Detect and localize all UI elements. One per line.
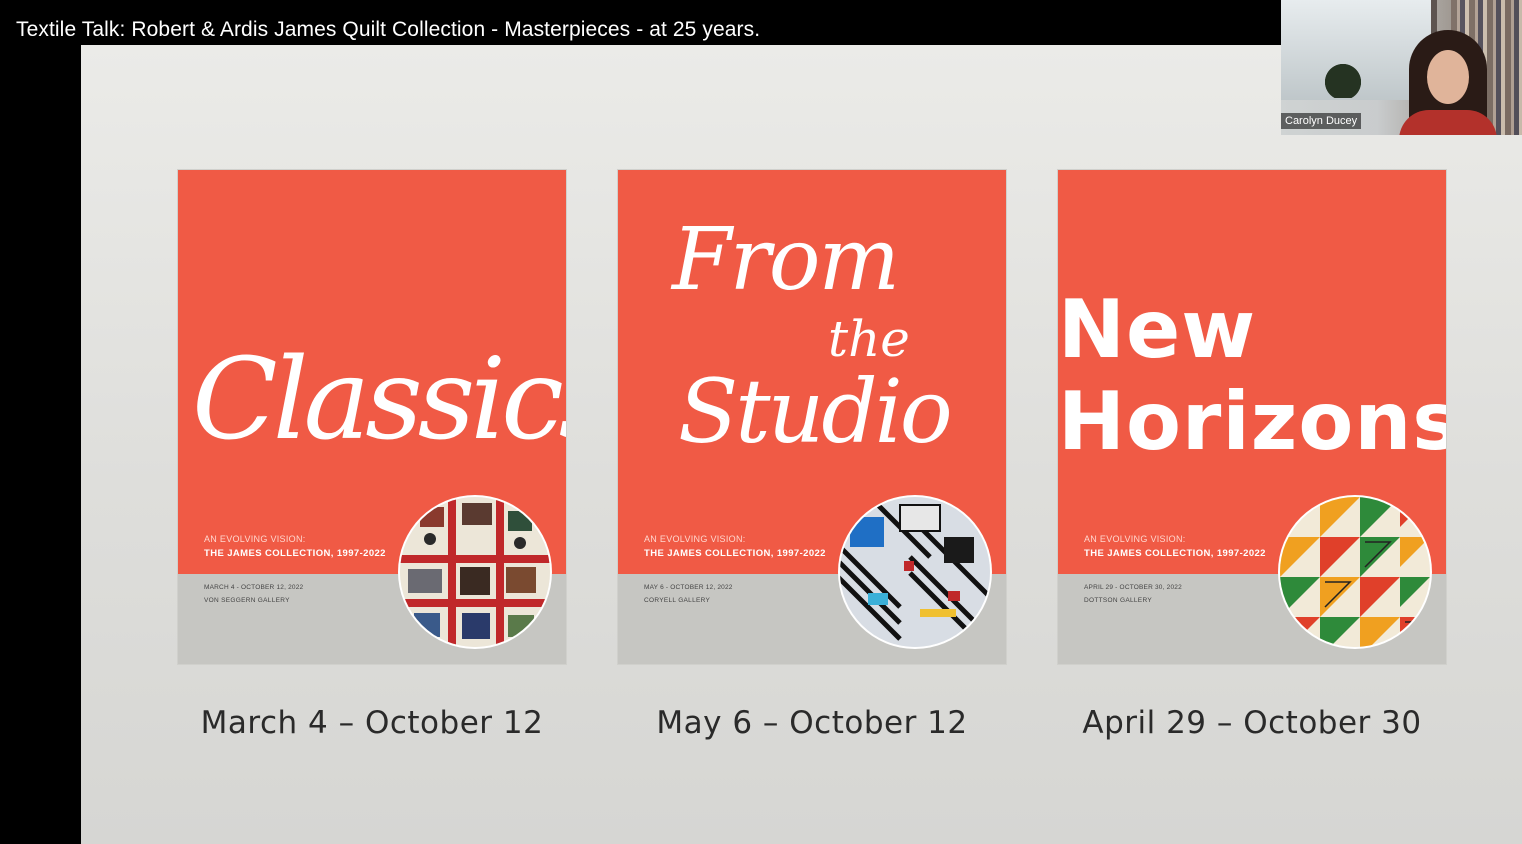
exhibit-dates-classics: March 4 – October 12 (200, 705, 544, 741)
poster-title-line: Studio (678, 360, 953, 463)
poster-title: Classics (192, 335, 566, 465)
exhibit-dates-from-the-studio: May 6 – October 12 (656, 705, 968, 741)
participant-name-label: Carolyn Ducey (1281, 113, 1362, 129)
poster-dates: APRIL 29 - OCTOBER 30, 2022 (1084, 584, 1182, 591)
poster-title-line: From (672, 210, 900, 310)
poster-collection-title: THE JAMES COLLECTION, 1997-2022 (1084, 548, 1266, 559)
poster-gallery: DOTTSON GALLERY (1084, 597, 1152, 604)
quilt-image-pictorial (400, 497, 550, 647)
quilt-image-triangles (1280, 497, 1430, 647)
video-title: Textile Talk: Robert & Ardis James Quilt… (16, 18, 761, 41)
poster-title-line: Horizons (1058, 375, 1446, 468)
poster-classics: Classics AN EVOLVING VISION: THE JAMES C… (178, 170, 566, 664)
poster-gallery: CORYELL GALLERY (644, 597, 711, 604)
poster-collection-title: THE JAMES COLLECTION, 1997-2022 (204, 548, 386, 559)
presentation-slide: Classics AN EVOLVING VISION: THE JAMES C… (81, 45, 1522, 844)
poster-subtitle: AN EVOLVING VISION: (1084, 534, 1186, 544)
plant-icon (1321, 58, 1365, 98)
poster-from-the-studio: From the Studio AN EVOLVING VISION: THE … (618, 170, 1006, 664)
speaker-video (1399, 30, 1497, 135)
poster-new-horizons: New Horizons AN EVOLVING VISION: THE JAM… (1058, 170, 1446, 664)
poster-subtitle: AN EVOLVING VISION: (644, 534, 746, 544)
poster-collection-title: THE JAMES COLLECTION, 1997-2022 (644, 548, 826, 559)
poster-dates: MAY 6 - OCTOBER 12, 2022 (644, 584, 733, 591)
poster-title-line: New (1058, 283, 1257, 376)
quilt-image-geometric (840, 497, 990, 647)
poster-dates: MARCH 4 - OCTOBER 12, 2022 (204, 584, 304, 591)
webcam-thumbnail[interactable]: Carolyn Ducey (1281, 0, 1522, 135)
poster-subtitle: AN EVOLVING VISION: (204, 534, 306, 544)
poster-gallery: VON SEGGERN GALLERY (204, 597, 290, 604)
exhibit-dates-new-horizons: April 29 – October 30 (1082, 705, 1422, 741)
